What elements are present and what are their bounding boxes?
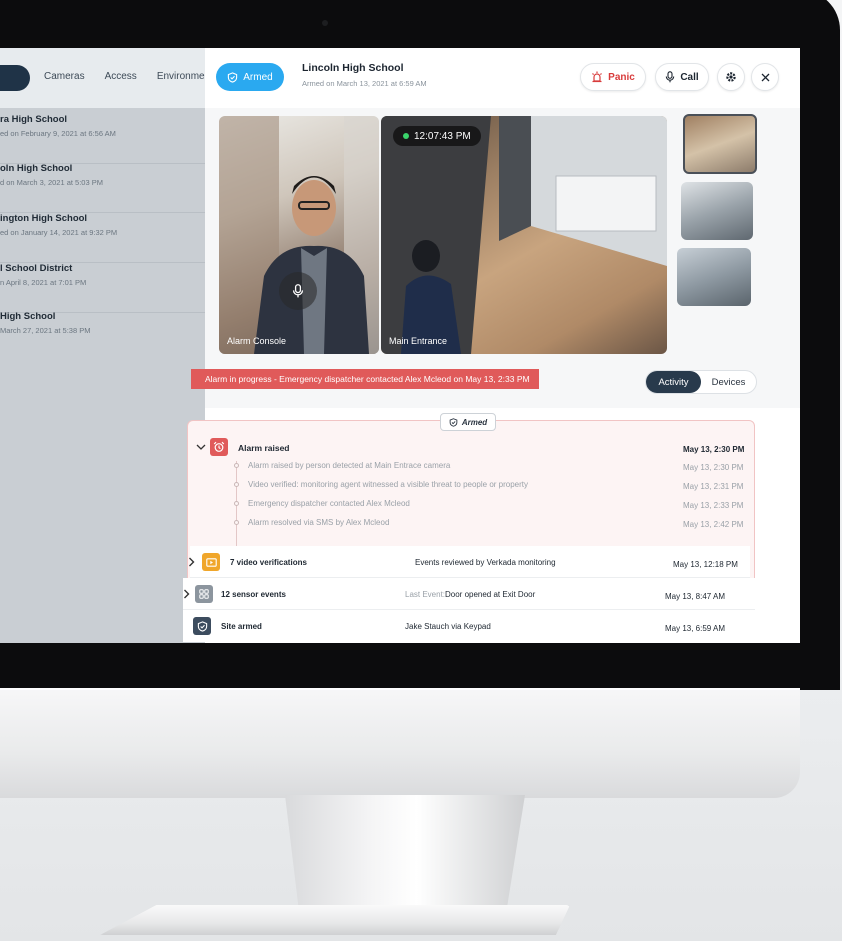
site-list-item[interactable]: l School District n April 8, 2021 at 7:0… (0, 263, 205, 313)
site-list-item[interactable]: oln High School d on March 3, 2021 at 5:… (0, 163, 205, 213)
gear-icon (726, 72, 736, 82)
timeline-dot (234, 482, 239, 487)
site-armed-time: Armed on March 13, 2021 at 6:59 AM (302, 79, 427, 88)
shield-check-icon (193, 617, 211, 635)
nav-access[interactable]: Access (105, 71, 137, 82)
timeline-step-time: May 13, 2:42 PM (683, 520, 744, 529)
person-silhouette (219, 116, 379, 354)
site-title: Lincoln High School (302, 62, 404, 74)
close-button[interactable] (751, 63, 779, 91)
shield-check-icon (449, 417, 458, 427)
site-name: High School (0, 311, 56, 322)
timestamp-text: 12:07:43 PM (414, 130, 471, 142)
sensor-grid-icon (195, 585, 213, 603)
feed-label: Main Entrance (389, 336, 448, 346)
timeline-dot (234, 501, 239, 506)
call-label: Call (680, 71, 699, 83)
timestamp-badge: 12:07:43 PM (393, 126, 481, 146)
armed-chip: Armed (440, 413, 496, 431)
site-status: d on March 3, 2021 at 5:03 PM (0, 178, 103, 187)
event-row[interactable]: Site armed Jake Stauch via Keypad May 13… (183, 610, 755, 642)
main-entrance-feed[interactable]: 12:07:43 PM Main Entrance (381, 116, 667, 354)
site-name: l School District (0, 263, 73, 274)
site-status: ed on February 9, 2021 at 6:56 AM (0, 129, 116, 138)
event-title: 7 video verifications (230, 558, 307, 567)
alarm-clock-icon (210, 438, 228, 456)
alarm-banner: Alarm in progress - Emergency dispatcher… (191, 369, 539, 389)
chevron-down-icon[interactable] (196, 443, 206, 451)
monitor-stand-foot (100, 905, 570, 935)
microphone-icon (666, 71, 675, 83)
event-time: May 13, 6:59 AM (665, 624, 726, 633)
armed-label: Armed (243, 71, 273, 83)
camera-thumbnail[interactable] (681, 182, 753, 240)
event-time: May 13, 12:18 PM (673, 560, 738, 569)
site-name: oln High School (0, 163, 73, 174)
call-button[interactable]: Call (655, 63, 709, 91)
site-status: March 27, 2021 at 5:38 PM (0, 326, 91, 335)
event-time: May 13, 8:47 AM (665, 592, 726, 601)
tab-devices[interactable]: Devices (701, 371, 756, 393)
site-status: ed on January 14, 2021 at 9:32 PM (0, 228, 118, 237)
chevron-right-icon[interactable] (188, 557, 195, 567)
timeline-dot (234, 520, 239, 525)
sidebar-nav: Cameras Access Environment (44, 71, 213, 82)
nav-active-pill[interactable] (0, 65, 30, 91)
settings-button[interactable] (717, 63, 745, 91)
timeline-step-time: May 13, 2:30 PM (683, 463, 744, 472)
timeline-step-text: Video verified: monitoring agent witness… (248, 480, 529, 489)
event-desc: Door opened at Exit Door (445, 590, 536, 599)
mic-overlay-button[interactable] (279, 272, 317, 310)
event-desc-prefix: Last Event: (405, 590, 446, 599)
timeline-step-time: May 13, 2:33 PM (683, 501, 744, 510)
site-status: n April 8, 2021 at 7:01 PM (0, 278, 87, 287)
panic-label: Panic (608, 71, 635, 83)
timeline-step-text: Alarm resolved via SMS by Alex Mcleod (248, 518, 390, 527)
timeline-dot (234, 463, 239, 468)
site-list-item[interactable]: ra High School ed on February 9, 2021 at… (0, 114, 205, 164)
desktop-scene: Cameras Access Environment ra High Schoo… (0, 0, 842, 941)
alarm-console-feed[interactable]: Alarm Console (219, 116, 379, 354)
close-icon (761, 73, 769, 81)
shield-check-icon (228, 71, 238, 83)
timeline-step-text: Alarm raised by person detected at Main … (248, 461, 451, 470)
site-list-item[interactable]: ington High School ed on January 14, 202… (0, 213, 205, 263)
nav-cameras[interactable]: Cameras (44, 71, 85, 82)
webcam-dot (322, 20, 328, 26)
event-row[interactable]: 7 video verifications Events reviewed by… (188, 546, 750, 578)
tab-activity[interactable]: Activity (646, 371, 701, 393)
site-name: ington High School (0, 213, 88, 224)
armed-chip-label: Armed (461, 417, 488, 427)
video-verification-icon (202, 553, 220, 571)
alarm-siren-icon (592, 71, 603, 83)
timeline-step-text: Emergency dispatcher contacted Alex Mcle… (248, 499, 410, 508)
sidebar: Cameras Access Environment ra High Schoo… (0, 48, 213, 643)
room-scene (381, 116, 667, 354)
chevron-right-icon[interactable] (183, 589, 190, 599)
panel-header: Armed Lincoln High School Armed on March… (205, 48, 800, 108)
site-name: ra High School (0, 114, 68, 125)
event-row[interactable]: 12 sensor events Last Event: Door opened… (183, 578, 755, 610)
event-title: 12 sensor events (221, 590, 286, 599)
site-list-item[interactable]: High School March 27, 2021 at 5:38 PM (0, 311, 205, 361)
armed-button[interactable]: Armed (216, 63, 284, 91)
live-dot (403, 133, 409, 139)
site-detail-panel: Armed Lincoln High School Armed on March… (183, 48, 800, 643)
timeline-step-time: May 13, 2:31 PM (683, 482, 744, 491)
camera-thumbnail[interactable] (677, 248, 751, 306)
panic-button[interactable]: Panic (580, 63, 646, 91)
monitor-chin (0, 688, 800, 798)
microphone-icon (292, 284, 304, 298)
event-title: Site armed (221, 622, 262, 631)
app-screen: Cameras Access Environment ra High Schoo… (0, 48, 800, 643)
event-desc: Jake Stauch via Keypad (405, 622, 491, 631)
monitor-stand-neck (285, 795, 525, 915)
video-area: Alarm Console 12:07:43 PM Main Entrance (205, 108, 800, 408)
alarm-time: May 13, 2:30 PM (683, 445, 745, 454)
feed-label: Alarm Console (227, 336, 287, 346)
alarm-title: Alarm raised (238, 443, 290, 453)
camera-thumbnail[interactable] (683, 114, 757, 174)
view-tabs: Activity Devices (645, 370, 757, 394)
event-desc: Events reviewed by Verkada monitoring (415, 558, 556, 567)
